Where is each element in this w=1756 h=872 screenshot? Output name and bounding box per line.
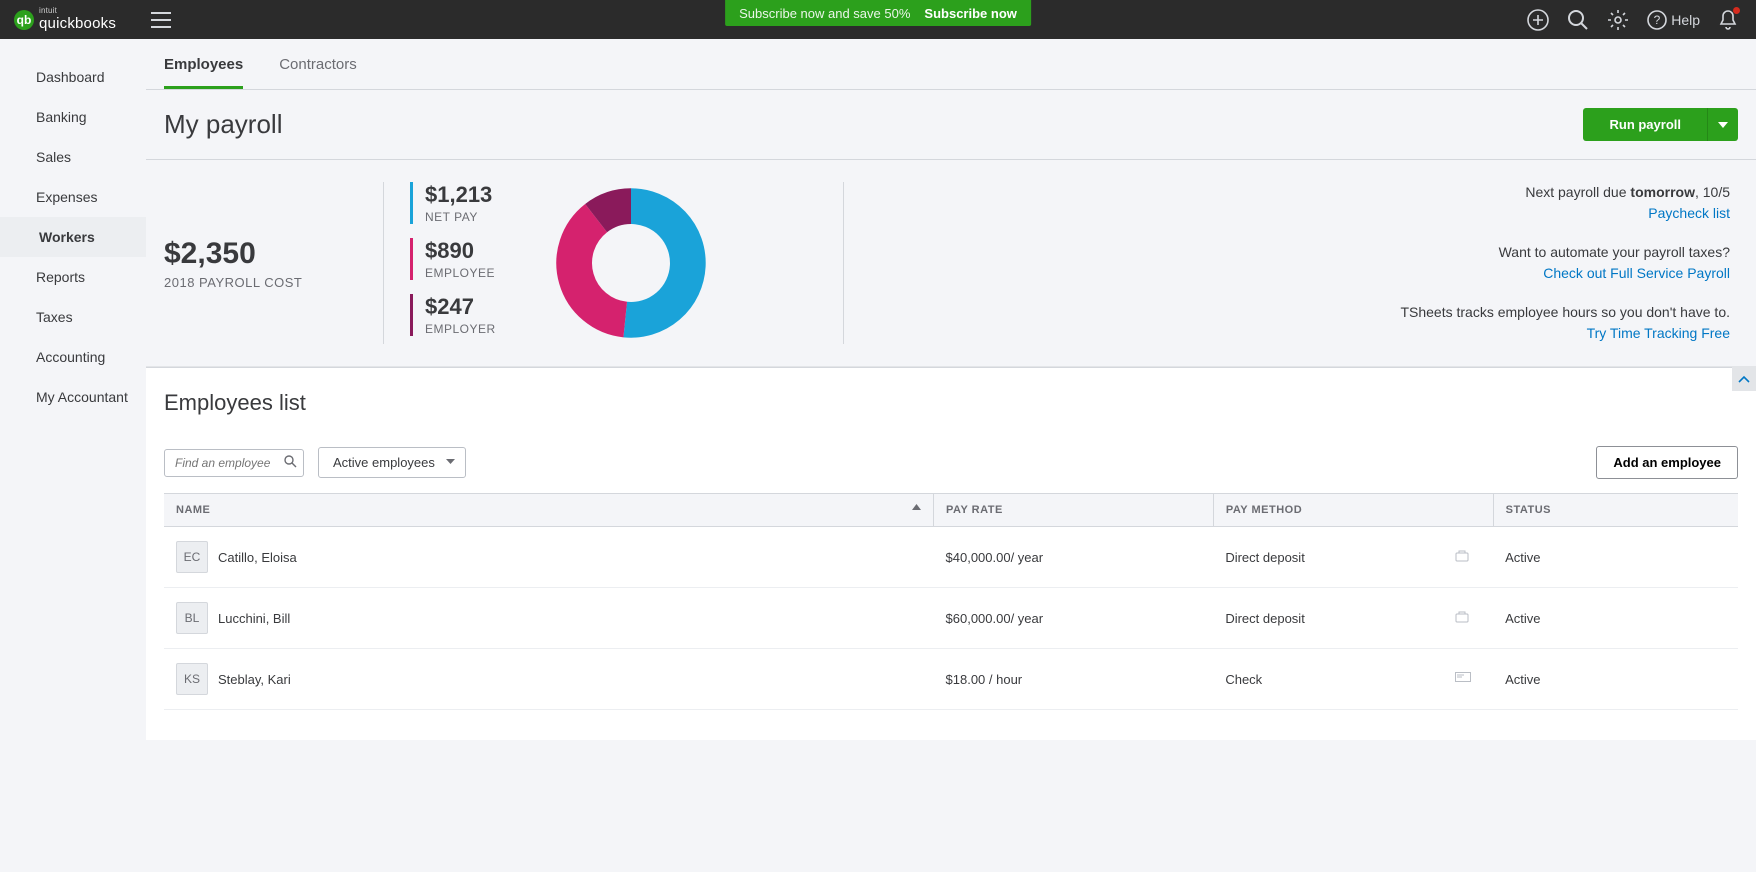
promo-cta[interactable]: Subscribe now [924,6,1016,21]
column-status[interactable]: STATUS [1493,494,1738,527]
payroll-donut-chart [556,188,706,338]
pay-method: Direct deposit [1225,611,1304,626]
collapse-icon[interactable] [1732,367,1756,391]
breakdown-net-pay: $1,213NET PAY [410,182,496,224]
help-label: Help [1671,12,1700,28]
total-amount: $2,350 [164,237,357,271]
pay-method: Direct deposit [1225,550,1304,565]
sidebar-item-expenses[interactable]: Expenses [0,177,146,217]
total-caption: 2018 PAYROLL COST [164,275,357,290]
pay-rate: $18.00 / hour [934,649,1214,710]
avatar: EC [176,541,208,573]
pay-rate: $40,000.00/ year [934,527,1214,588]
breakdown-employee: $890EMPLOYEE [410,238,496,280]
sidebar-item-accounting[interactable]: Accounting [0,337,146,377]
tabs: Employees Contractors [146,39,1756,90]
pay-method: Check [1225,672,1262,687]
bell-icon[interactable] [1718,9,1738,31]
menu-icon[interactable] [151,12,171,28]
notification-dot [1733,7,1740,14]
sidebar-item-workers[interactable]: Workers [0,217,146,257]
logo-name: quickbooks [39,15,116,32]
promo-banner[interactable]: Subscribe now and save 50% Subscribe now [725,0,1031,26]
next-payroll-text: Next payroll due tomorrow, 10/5 [1525,184,1730,200]
sidebar: DashboardBankingSalesExpensesWorkersRepo… [0,39,146,740]
search-icon[interactable] [284,455,297,468]
employee-filter-dropdown[interactable]: Active employees [318,447,466,478]
employee-row[interactable]: KS Steblay, Kari $18.00 / hour Check Active [164,649,1738,710]
sidebar-item-banking[interactable]: Banking [0,97,146,137]
column-pay-method[interactable]: PAY METHOD [1213,494,1493,527]
full-service-link[interactable]: Check out Full Service Payroll [1543,265,1730,281]
employee-name: Lucchini, Bill [218,611,290,626]
pay-rate: $60,000.00/ year [934,588,1214,649]
gear-icon[interactable] [1607,9,1629,31]
promo-text: Subscribe now and save 50% [739,6,910,21]
deposit-icon [1455,611,1471,623]
status: Active [1493,649,1738,710]
run-payroll-button[interactable]: Run payroll [1583,108,1707,141]
search-icon[interactable] [1567,9,1589,31]
tab-contractors[interactable]: Contractors [279,39,357,89]
breakdown-employer: $247EMPLOYER [410,294,496,336]
column-pay-rate[interactable]: PAY RATE [934,494,1214,527]
run-payroll-dropdown[interactable] [1707,108,1738,141]
logo-parent: intuit [39,7,116,15]
deposit-icon [1455,550,1471,562]
sidebar-item-sales[interactable]: Sales [0,137,146,177]
page-title: My payroll [164,109,282,140]
status: Active [1493,527,1738,588]
sidebar-item-my-accountant[interactable]: My Accountant [0,377,146,417]
help-icon[interactable]: ? Help [1647,10,1700,30]
employee-name: Steblay, Kari [218,672,291,687]
employee-name: Catillo, Eloisa [218,550,297,565]
avatar: KS [176,663,208,695]
employee-row[interactable]: BL Lucchini, Bill $60,000.00/ year Direct d… [164,588,1738,649]
sidebar-item-taxes[interactable]: Taxes [0,297,146,337]
sidebar-item-reports[interactable]: Reports [0,257,146,297]
tab-employees[interactable]: Employees [164,39,243,89]
status: Active [1493,588,1738,649]
check-icon [1455,672,1471,682]
automate-text: Want to automate your payroll taxes? [1499,244,1730,260]
filter-value: Active employees [333,455,435,470]
svg-text:?: ? [1654,13,1661,27]
column-name[interactable]: NAME [164,494,934,527]
employee-search-input[interactable] [164,449,304,477]
tsheets-text: TSheets tracks employee hours so you don… [1400,304,1730,320]
employees-list-title: Employees list [164,368,1738,446]
sidebar-item-dashboard[interactable]: Dashboard [0,57,146,97]
logo[interactable]: qb intuitquickbooks [14,7,116,32]
chevron-down-icon [446,459,455,465]
employee-row[interactable]: EC Catillo, Eloisa $40,000.00/ year Direct … [164,527,1738,588]
logo-badge: qb [14,10,34,30]
add-employee-button[interactable]: Add an employee [1596,446,1738,479]
paycheck-list-link[interactable]: Paycheck list [1648,205,1730,221]
sort-asc-icon [912,504,921,510]
add-icon[interactable] [1527,9,1549,31]
avatar: BL [176,602,208,634]
tsheets-link[interactable]: Try Time Tracking Free [1587,325,1730,341]
